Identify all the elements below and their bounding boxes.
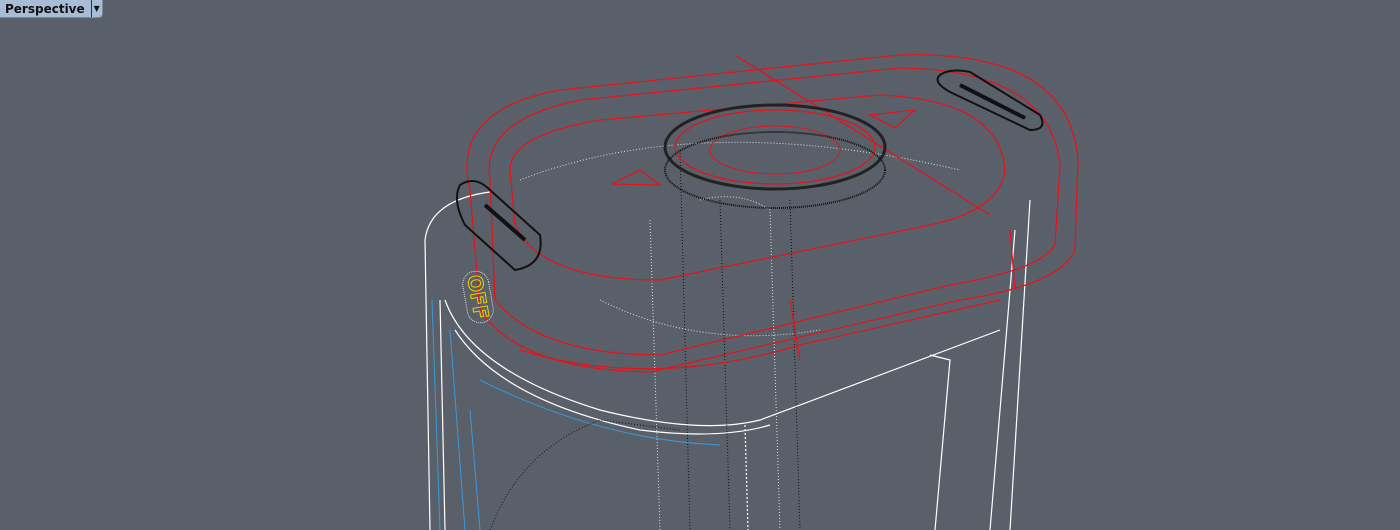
off-label: OFF xyxy=(462,273,493,321)
chevron-down-icon[interactable]: ▼ xyxy=(90,0,102,17)
model-wireframe: OFF xyxy=(424,54,1079,530)
viewport-title[interactable]: Perspective xyxy=(0,2,91,16)
arrow-left-icon xyxy=(611,169,663,186)
lid-outline xyxy=(466,54,1079,373)
body-outline xyxy=(424,191,1031,530)
viewport-title-tab[interactable]: Perspective ▼ xyxy=(0,0,103,18)
off-switch: OFF xyxy=(462,270,494,324)
clip-right xyxy=(936,69,1044,132)
clip-left xyxy=(455,180,542,272)
viewport-canvas[interactable]: OFF xyxy=(0,0,1400,530)
arrow-right-icon xyxy=(867,109,917,129)
body-blue-lines xyxy=(431,299,721,530)
dial xyxy=(663,103,887,209)
